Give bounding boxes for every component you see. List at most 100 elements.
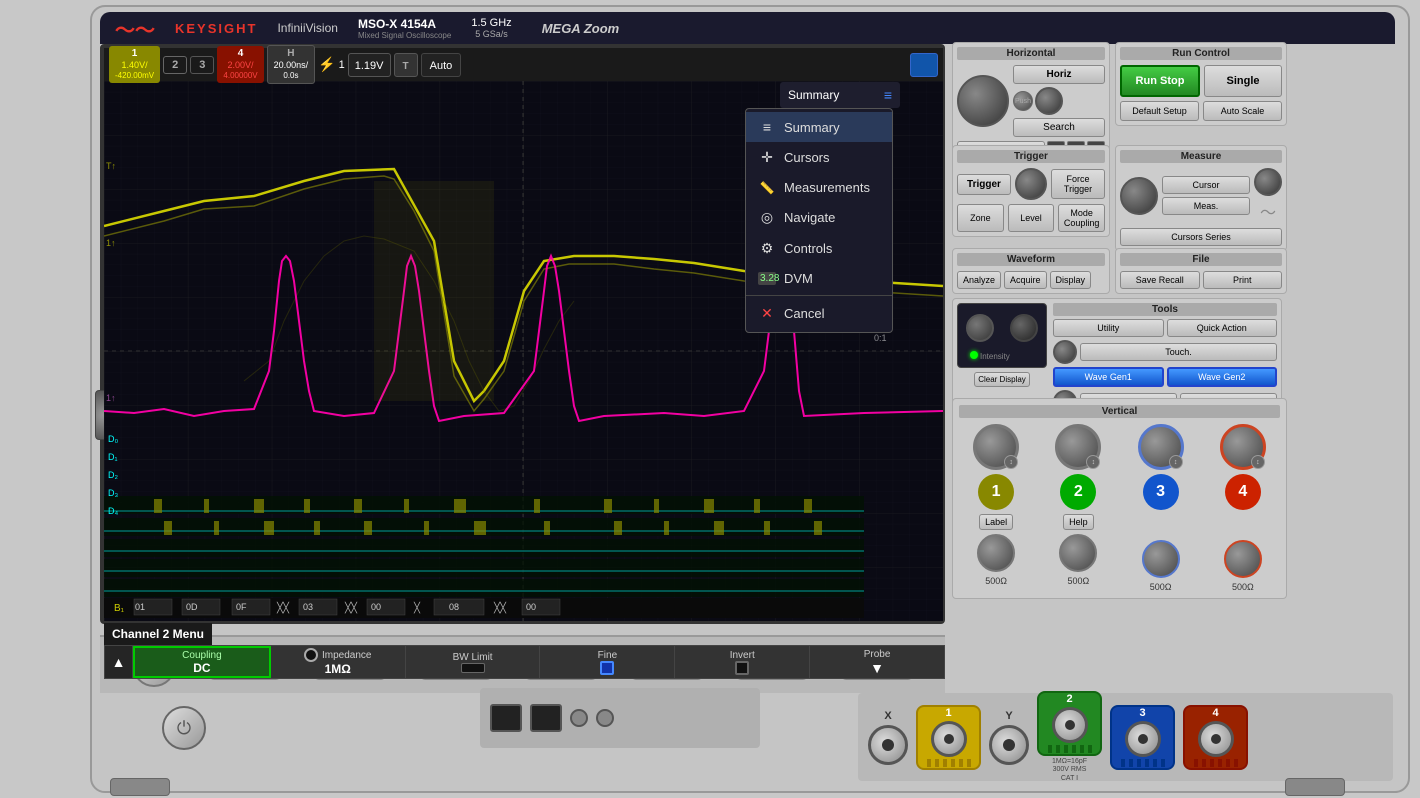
quick-action-button[interactable]: Quick Action [1167,319,1278,337]
cursors-menu-icon: ✛ [758,149,776,166]
touch-button[interactable]: Touch. [1080,343,1277,361]
horiz-push-knob[interactable]: Push [1013,91,1033,111]
ch1-vert-wave-knob[interactable] [977,534,1015,572]
auto-scale-button[interactable]: Auto Scale [1203,101,1282,121]
default-setup-button[interactable]: Default Setup [1120,101,1199,121]
display-button[interactable]: Display [1050,271,1092,289]
svg-text:00: 00 [526,602,536,612]
ch1-vert-knob[interactable]: ↕ [973,424,1019,470]
ch2-badge[interactable]: 2 [163,56,187,74]
coupling-btn[interactable]: Coupling DC [133,646,271,678]
ch3-vert-knob[interactable]: ↕ [1138,424,1184,470]
h-badge[interactable]: H 20.00ns/ 0.0s [267,45,316,83]
ch3-vert-wave-knob[interactable] [1142,540,1180,578]
ch2-port-num: 2 [1066,693,1072,705]
cursor-button[interactable]: Cursor [1162,176,1250,194]
cursors-menu-label: Cursors [784,150,830,165]
trig-level-badge[interactable]: 1.19V [348,53,391,77]
ch3-num-btn[interactable]: 3 [1143,474,1179,510]
ch2-connector-group: 2 1MΩ=16pF300V RMSCAT I [1037,691,1102,783]
single-button[interactable]: Single [1204,65,1282,97]
meas-button[interactable]: Meas. [1162,197,1250,215]
x-bnc-port[interactable] [868,725,908,765]
horiz-knob[interactable] [957,75,1009,127]
ch4-num-btn[interactable]: 4 [1225,474,1261,510]
ch1-badge[interactable]: 1 1.40V/ -420.00mV [109,46,160,82]
mode-coupling-button[interactable]: Mode Coupling [1058,204,1105,232]
level-button[interactable]: Level [1008,204,1055,232]
blue-screen-btn[interactable] [910,53,938,77]
search-button[interactable]: Search [1013,118,1105,137]
wave-gen1-button[interactable]: Wave Gen1 [1053,367,1164,387]
probe-btn[interactable]: Probe ▼ [810,646,944,678]
horiz-button[interactable]: Horiz [1013,65,1105,84]
dropdown-item-controls[interactable]: ⚙ Controls [746,233,892,264]
ch2-vert-knob[interactable]: ↕ [1055,424,1101,470]
menu-up-arrow[interactable]: ▲ [105,646,133,678]
t-badge[interactable]: T [394,53,418,77]
dropdown-item-cancel[interactable]: ✕ Cancel [746,298,892,329]
summary-text: Summary [788,88,839,102]
utility-button[interactable]: Utility [1053,319,1164,337]
print-button[interactable]: Print [1203,271,1283,289]
dropdown-item-summary[interactable]: ≡ Summary [746,112,892,142]
probe-arrow-icon: ▼ [870,660,884,676]
ch2-vert-wave-knob[interactable] [1059,534,1097,572]
d4-label: D₄ [108,506,118,516]
dvm-menu-icon: 3.28 [758,272,776,285]
wave-gen2-button[interactable]: Wave Gen2 [1167,367,1278,387]
ch3-connector-port[interactable]: 3 [1110,705,1175,770]
ch4-vert-wave-knob[interactable] [1224,540,1262,578]
mini-display-inner[interactable]: Intensity [958,304,1046,367]
ch1-connector-port[interactable]: 1 [916,705,981,770]
measure-knob[interactable] [1120,177,1158,215]
dropdown-item-cursors[interactable]: ✛ Cursors [746,142,892,173]
fine-btn[interactable]: Fine [540,646,675,678]
zone-button[interactable]: Zone [957,204,1004,232]
ch2-help-btn[interactable]: Help [1063,514,1094,530]
ch4-badge[interactable]: 4 2.00V/ 4.00000V [217,46,263,82]
cursors-series-button[interactable]: Cursors Series [1120,228,1282,246]
coupling-label: Coupling [182,650,221,661]
trigger-button[interactable]: Trigger [957,174,1011,195]
ch4-vert-knob[interactable]: ↕ [1220,424,1266,470]
ch2-connector-port[interactable]: 2 [1037,691,1102,756]
trigger-section: Trigger Trigger Force Trigger Zone Level… [952,145,1110,237]
invert-indicator [735,661,749,675]
dropdown-item-measurements[interactable]: 📏 Measurements [746,173,892,202]
ch3-label: 3 [199,59,205,71]
invert-btn[interactable]: Invert [675,646,810,678]
usb-port-1 [490,704,522,732]
impedance-btn[interactable]: Impedance 1MΩ [271,646,406,678]
measure-section-title: Measure [1120,150,1282,163]
impedance-label: Impedance [322,650,371,661]
horiz-search-knob[interactable] [1035,87,1063,115]
trigger-knob[interactable] [1015,168,1047,200]
ch3-badge[interactable]: 3 [190,56,214,74]
force-trigger-button[interactable]: Force Trigger [1051,169,1105,199]
bw-limit-btn[interactable]: BW Limit [406,646,541,678]
power-button[interactable]: ⏻ [162,706,206,750]
analyze-button[interactable]: Analyze [957,271,1001,289]
ch2-num-btn[interactable]: 2 [1060,474,1096,510]
bw-limit-label: BW Limit [453,652,493,663]
ch1-num-btn[interactable]: 1 [978,474,1014,510]
dropdown-item-dvm[interactable]: 3.28 DVM [746,264,892,293]
ch1-label-btn[interactable]: Label [979,514,1013,530]
freq-info: 1.5 GHz 5 GSa/s [471,17,511,39]
ch4-connector-port[interactable]: 4 [1183,705,1248,770]
y-bnc-port[interactable] [989,725,1029,765]
keysight-waves-icon: 〜〜 [115,14,155,43]
measure-right-knob[interactable] [1254,168,1282,196]
svg-text:╳╳: ╳╳ [493,601,507,614]
svg-text:B₁: B₁ [114,603,125,614]
tools-right-knob[interactable] [1053,340,1077,364]
freq-value: 1.5 GHz [471,17,511,29]
run-stop-button[interactable]: Run Stop [1120,65,1200,97]
clear-display-button[interactable]: Clear Display [974,372,1030,387]
dropdown-item-navigate[interactable]: ◎ Navigate [746,202,892,233]
trigger-num: 1 [339,59,345,71]
ch4-port-num: 4 [1212,707,1218,719]
save-recall-button[interactable]: Save Recall [1120,271,1200,289]
acquire-button[interactable]: Acquire [1004,271,1047,289]
